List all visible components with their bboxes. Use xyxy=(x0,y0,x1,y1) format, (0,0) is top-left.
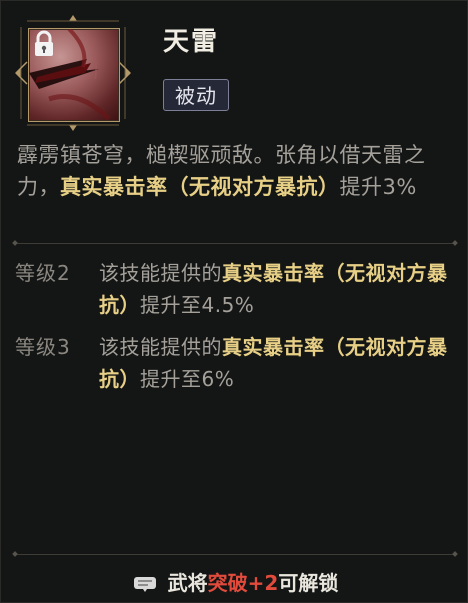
unlock-condition: 武将突破+2可解锁 xyxy=(1,567,468,599)
level-text-end: 提升至6% xyxy=(140,367,235,391)
lock-icon xyxy=(35,30,53,56)
level-description: 该技能提供的真实暴击率（无视对方暴抗）提升至6% xyxy=(99,331,461,395)
divider xyxy=(15,554,455,555)
level-text: 该技能提供的 xyxy=(99,261,222,285)
level-text-end: 提升至4.5% xyxy=(140,293,255,317)
level-text: 该技能提供的 xyxy=(99,335,222,359)
scroll-icon xyxy=(133,576,156,592)
level-description: 该技能提供的真实暴击率（无视对方暴抗）提升至4.5% xyxy=(99,257,461,321)
skill-name: 天雷 xyxy=(163,27,220,57)
description-highlight: 真实暴击率（无视对方暴抗） xyxy=(60,175,340,199)
level-label: 等级2 xyxy=(15,261,71,285)
lightning-talisman-icon xyxy=(28,28,120,122)
unlock-prefix: 武将 xyxy=(167,571,208,595)
unlock-requirement: 突破+2 xyxy=(207,571,279,595)
skill-description: 霹雳镇苍穹，槌楔驱顽敌。张角以借天雷之力，真实暴击率（无视对方暴抗）提升3% xyxy=(17,139,457,203)
skill-tooltip-panel: 天雷 被动 霹雳镇苍穹，槌楔驱顽敌。张角以借天雷之力，真实暴击率（无视对方暴抗）… xyxy=(0,0,468,603)
skill-icon-frame[interactable] xyxy=(13,13,133,133)
level-label: 等级3 xyxy=(15,335,71,359)
description-text-end: 提升3% xyxy=(339,175,417,199)
skill-type-badge: 被动 xyxy=(163,79,229,111)
divider xyxy=(15,243,455,244)
unlock-suffix: 可解锁 xyxy=(278,571,339,595)
